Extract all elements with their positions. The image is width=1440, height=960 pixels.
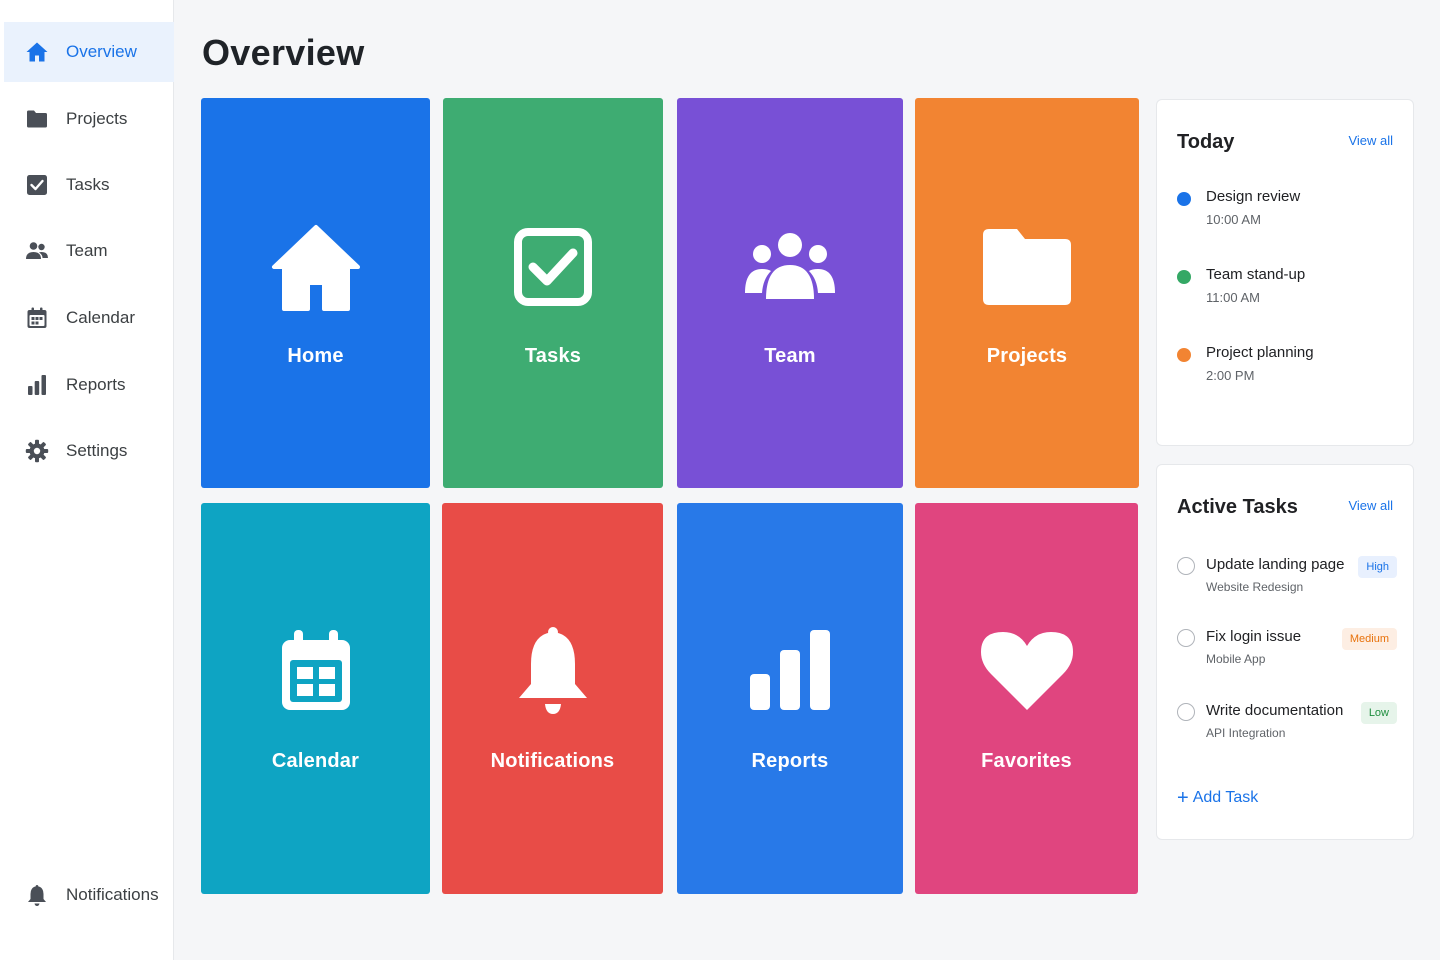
event-item[interactable]: Design review 10:00 AM [1177,188,1397,238]
event-time: 2:00 PM [1206,368,1255,383]
tile-label: Home [287,344,344,367]
tile-label: Favorites [981,750,1072,772]
task-checkbox[interactable] [1177,629,1195,647]
event-time: 11:00 AM [1206,290,1260,305]
event-item[interactable]: Team stand-up 11:00 AM [1177,266,1397,316]
sidebar-item-label: Notifications [66,885,159,904]
folder-icon [979,219,1075,315]
bar-chart-icon [25,373,49,397]
tile-label: Notifications [490,750,615,772]
people-icon [742,219,838,315]
people-icon [25,239,49,263]
task-item[interactable]: Fix login issue Mobile App Medium [1177,628,1397,678]
checkbox-icon [505,219,601,315]
tile-projects[interactable]: Projects [915,98,1139,488]
sidebar-item-label: Overview [66,42,137,61]
active-tasks-view-all-link[interactable]: View all [1348,498,1393,513]
sidebar: Overview Projects Tasks Team Calendar Re… [0,0,174,960]
tile-tasks[interactable]: Tasks [443,98,663,488]
event-name: Project planning [1206,344,1314,361]
tile-label: Calendar [271,750,360,772]
sidebar-item-projects[interactable]: Projects [4,89,174,149]
bar-chart-icon [742,624,838,720]
sidebar-item-team[interactable]: Team [4,221,174,281]
add-task-button[interactable]: + Add Task [1177,787,1259,809]
tile-label: Projects [986,344,1068,367]
task-project: Mobile App [1206,652,1266,666]
sidebar-item-tasks[interactable]: Tasks [4,155,174,215]
bell-icon [505,624,601,720]
task-item[interactable]: Update landing page Website Redesign Hig… [1177,556,1397,606]
sidebar-item-label: Tasks [66,175,110,194]
event-item[interactable]: Project planning 2:00 PM [1177,344,1397,394]
tile-favorites[interactable]: Favorites [915,503,1138,894]
task-checkbox[interactable] [1177,703,1195,721]
sidebar-item-label: Projects [66,109,128,128]
sidebar-item-calendar[interactable]: Calendar [4,288,174,348]
today-title: Today [1177,131,1235,153]
task-project: API Integration [1206,726,1286,740]
home-icon [268,219,364,315]
event-color-dot [1177,270,1191,284]
task-name: Fix login issue [1206,628,1302,645]
checkbox-icon [25,173,49,197]
priority-badge: Low [1360,702,1397,724]
tile-reports[interactable]: Reports [677,503,903,894]
sidebar-item-reports[interactable]: Reports [4,355,174,415]
app-root: Overview Projects Tasks Team Calendar Re… [0,0,1440,960]
sidebar-item-notifications[interactable]: Notifications [4,865,174,925]
sidebar-item-settings[interactable]: Settings [4,421,174,481]
tile-calendar[interactable]: Calendar [201,503,430,894]
task-name: Update landing page [1206,556,1345,573]
home-icon [25,40,49,64]
calendar-icon [25,306,49,330]
sidebar-item-label: Reports [66,375,126,394]
sidebar-item-label: Settings [66,441,128,460]
task-checkbox[interactable] [1177,557,1195,575]
tile-notifications[interactable]: Notifications [442,503,663,894]
gear-icon [25,439,49,463]
calendar-icon [268,624,364,720]
task-project: Website Redesign [1206,580,1304,594]
tile-label: Tasks [524,344,582,367]
sidebar-item-label: Team [66,241,108,260]
event-name: Design review [1206,188,1301,205]
bell-icon [25,883,49,907]
event-name: Team stand-up [1206,266,1306,283]
tile-label: Reports [751,750,829,772]
priority-badge: High [1358,556,1397,578]
event-color-dot [1177,192,1191,206]
add-task-label: Add Task [1192,789,1259,806]
tile-team[interactable]: Team [677,98,903,488]
tile-label: Team [764,344,816,367]
active-tasks-title: Active Tasks [1177,496,1298,518]
page-title: Overview [202,32,365,73]
event-time: 10:00 AM [1206,212,1261,227]
task-item[interactable]: Write documentation API Integration Low [1177,702,1397,752]
tile-home[interactable]: Home [201,98,430,488]
event-color-dot [1177,348,1191,362]
active-tasks-card: Active Tasks View all Update landing pag… [1156,464,1414,840]
priority-badge: Medium [1341,628,1397,650]
today-view-all-link[interactable]: View all [1348,133,1393,148]
plus-icon: + [1177,787,1189,809]
sidebar-item-overview[interactable]: Overview [4,22,174,82]
heart-icon [979,624,1075,720]
sidebar-item-label: Calendar [66,308,135,327]
task-name: Write documentation [1206,702,1344,719]
folder-icon [25,107,49,131]
today-card: Today View all Design review 10:00 AM Te… [1156,99,1414,446]
